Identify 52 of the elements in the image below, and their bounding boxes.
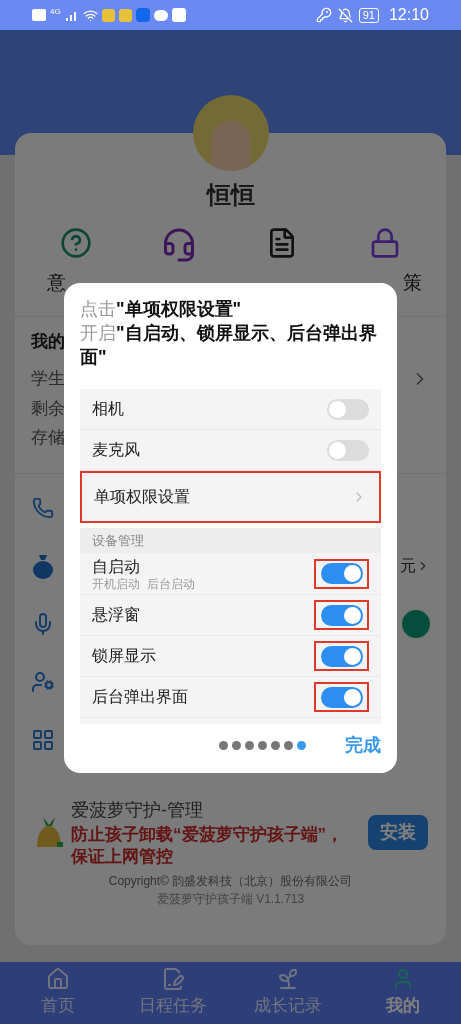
home-icon	[45, 967, 70, 992]
toggle-switch[interactable]	[320, 645, 363, 667]
setting-label: 自启动	[92, 556, 141, 577]
done-button[interactable]: 完成	[345, 732, 381, 759]
permission-row[interactable]: 麦克风	[80, 430, 381, 471]
promo-message: 防止孩子卸载“爱菠萝守护孩子端”，保证上网管控	[71, 823, 344, 868]
toggle-switch[interactable]	[327, 439, 369, 461]
section-header: 设备管理	[80, 528, 381, 553]
setting-label: 锁屏显示	[92, 646, 156, 666]
user-switch-icon	[31, 669, 55, 694]
app-icon	[135, 8, 150, 22]
install-button[interactable]: 安装	[368, 814, 428, 850]
battery-level: 91	[358, 7, 379, 23]
grid-icon	[31, 727, 55, 752]
signal-icon	[64, 9, 79, 21]
tab[interactable]: 首页	[0, 962, 116, 1024]
bell-off-icon	[337, 7, 353, 23]
key-icon	[315, 7, 332, 23]
status-time: 12:10	[388, 5, 429, 25]
network-type: 4G	[50, 8, 61, 16]
wifi-icon	[82, 7, 98, 23]
info-label: 剩余	[31, 397, 65, 420]
info-label: 存储	[31, 427, 65, 449]
section-title: 我的	[31, 330, 65, 353]
switch-knob[interactable]	[402, 609, 430, 638]
help-icon[interactable]	[60, 227, 93, 259]
toggle-switch[interactable]	[320, 686, 363, 708]
setting-description: 开机启动 后台启动	[92, 576, 195, 591]
shortcut-label[interactable]: 意	[47, 269, 66, 298]
menu-value: 元	[400, 555, 416, 576]
chat-bubble-icon	[153, 9, 168, 21]
copyright-text: Copyright© 韵盛发科技（北京）股份有限公司	[108, 872, 353, 890]
tab[interactable]: 我的	[345, 962, 461, 1024]
shortcut-label[interactable]: 策	[403, 269, 422, 298]
money-bag-icon	[32, 552, 54, 579]
instruction-text: 点击"单项权限设置"	[80, 298, 243, 321]
profile-name: 恒恒	[206, 180, 255, 210]
tab[interactable]: 日程任务	[115, 962, 231, 1024]
tab[interactable]: 成长记录	[230, 962, 346, 1024]
setting-label: 后台弹出界面	[92, 687, 188, 707]
setting-label: 悬浮窗	[92, 605, 140, 625]
toggle-switch[interactable]	[327, 398, 369, 420]
instruction-text: 开启"自启动、锁屏显示、后台弹出界面"	[80, 322, 378, 369]
permission-row[interactable]: 相机	[80, 389, 381, 430]
settings-link-row[interactable]: 单项权限设置	[80, 471, 381, 523]
app-icon	[101, 8, 115, 22]
toggle-switch[interactable]	[320, 563, 363, 584]
toggle-switch[interactable]	[320, 604, 363, 626]
promo-title: 爱菠萝守护-管理	[71, 798, 204, 822]
app-icon	[118, 8, 132, 22]
info-label: 学生	[31, 368, 65, 390]
phone-icon	[32, 496, 54, 519]
